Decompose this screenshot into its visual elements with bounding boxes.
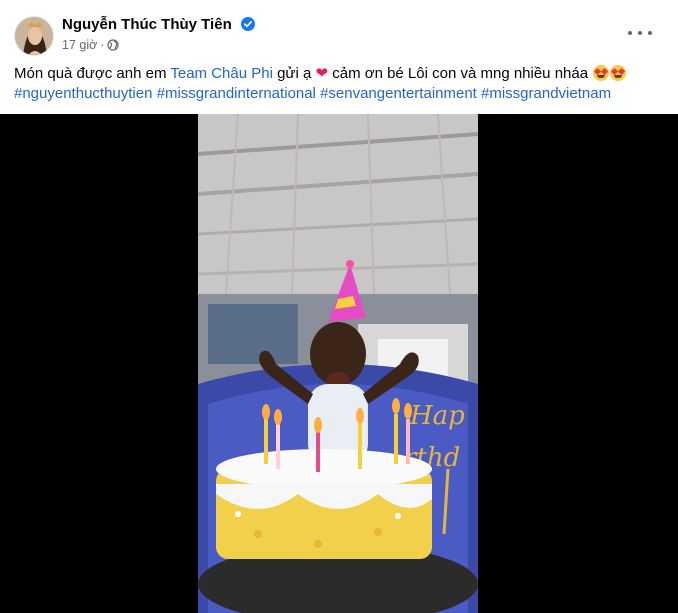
video-frame[interactable]: Hap rthd (198, 114, 478, 613)
dot (638, 31, 642, 35)
heart-eyes-emoji (610, 65, 627, 81)
avatar-photo (15, 17, 53, 55)
avatar[interactable] (14, 16, 54, 56)
author-name[interactable]: Nguyễn Thúc Thùy Tiên (62, 16, 255, 33)
globe-icon[interactable] (107, 39, 120, 51)
author-name-text[interactable]: Nguyễn Thúc Thùy Tiên (62, 16, 232, 33)
post-text: Món quà được anh em Team Châu Phi gửi ạ … (14, 64, 664, 104)
heart-eyes-emoji (593, 65, 610, 81)
video-player[interactable]: Hap rthd (0, 114, 678, 613)
post-meta: 17 giờ · (62, 38, 120, 52)
svg-text:Hap: Hap (409, 401, 465, 431)
dot (628, 31, 632, 35)
post-time[interactable]: 17 giờ (62, 38, 97, 52)
post-text-part: cảm ơn bé Lôi con và mng nhiều nháa (328, 65, 593, 82)
meta-separator: · (100, 38, 105, 52)
hashtag-link[interactable]: #missgrandinternational (157, 85, 316, 102)
birthday-video-frame: Hap rthd (198, 114, 478, 613)
dot (648, 31, 652, 35)
hashtag-link[interactable]: #missgrandvietnam (481, 85, 611, 102)
post-text-part: gửi ạ (272, 65, 316, 82)
facebook-post: Nguyễn Thúc Thùy Tiên 17 giờ · Món quà đư… (0, 0, 678, 613)
hashtag-link[interactable]: #senvangentertainment (320, 85, 477, 102)
hashtag-link[interactable]: #nguyenthucthuytien (14, 85, 152, 102)
verified-badge-icon (240, 17, 255, 31)
post-header: Nguyễn Thúc Thùy Tiên 17 giờ · (14, 14, 664, 56)
post-text-part: Món quà được anh em (14, 65, 171, 82)
more-options-icon[interactable] (628, 24, 652, 42)
mention-link[interactable]: Team Châu Phi (170, 65, 273, 82)
heart-emoji: ❤ (315, 65, 329, 82)
